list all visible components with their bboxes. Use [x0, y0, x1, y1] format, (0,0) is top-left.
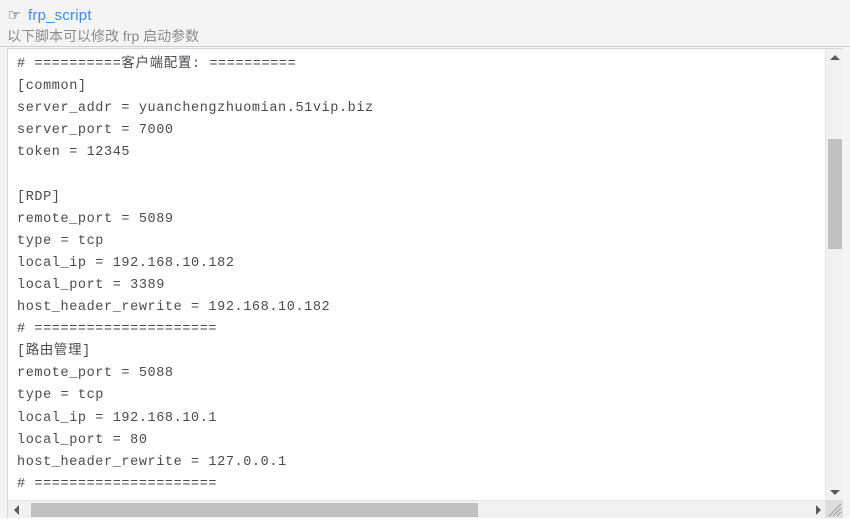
scroll-down-button[interactable] [826, 484, 843, 501]
vertical-scrollbar[interactable] [825, 49, 843, 501]
script-editor[interactable]: # ==========客户端配置: ========== [common] s… [7, 48, 843, 518]
horizontal-scrollbar[interactable] [8, 500, 827, 518]
panel-footer-spacer [0, 518, 850, 522]
code-viewport[interactable]: # ==========客户端配置: ========== [common] s… [9, 50, 814, 500]
scroll-left-arrow-icon [14, 504, 19, 515]
pointing-hand-icon: ☞ [7, 6, 22, 24]
scroll-left-button[interactable] [8, 501, 25, 518]
horizontal-scrollbar-thumb[interactable] [31, 503, 478, 517]
frp-script-panel: ☞ frp_script 以下脚本可以修改 frp 启动参数 # =======… [0, 0, 850, 522]
scroll-right-arrow-icon [816, 504, 821, 515]
title-row: ☞ frp_script [6, 5, 92, 25]
script-content[interactable]: # ==========客户端配置: ========== [common] s… [9, 50, 814, 496]
panel-header: ☞ frp_script 以下脚本可以修改 frp 启动参数 [0, 0, 850, 47]
page-subtitle: 以下脚本可以修改 frp 启动参数 [7, 28, 200, 44]
scroll-up-arrow-icon [829, 55, 840, 60]
resize-grip-icon[interactable] [825, 500, 843, 518]
scroll-down-arrow-icon [829, 490, 840, 495]
vertical-scrollbar-thumb[interactable] [828, 139, 842, 249]
page-title: frp_script [28, 6, 92, 24]
scroll-up-button[interactable] [826, 49, 843, 66]
